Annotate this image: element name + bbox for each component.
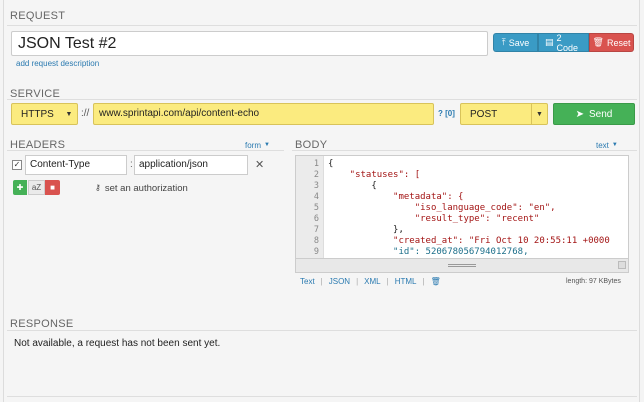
format-html-link[interactable]: HTML — [395, 277, 417, 286]
method-select[interactable]: POST ▼ — [460, 103, 548, 125]
save-label: Save — [508, 37, 530, 48]
body-mode-toggle[interactable]: text ▼ — [596, 141, 618, 150]
line-number: 5 — [313, 203, 319, 213]
close-icon[interactable]: ✕ — [255, 158, 264, 171]
header-enabled-checkbox[interactable]: ✓ — [12, 160, 22, 170]
code-label: 2 Code — [556, 32, 579, 53]
divider — [292, 150, 637, 151]
code-line: "created_at": "Fri Oct 10 20:55:11 +0000 — [328, 236, 610, 246]
set-authorization-link[interactable]: ⚷ set an authorization — [95, 183, 188, 194]
format-json-link[interactable]: JSON — [329, 277, 350, 286]
divider — [7, 99, 637, 100]
code-line: "iso_language_code": "en", — [328, 203, 556, 213]
url-input[interactable]: www.sprintapi.com/api/content-echo — [93, 103, 434, 125]
header-colon: : — [130, 159, 133, 170]
caret-down-icon: ▼ — [611, 142, 618, 148]
plus-icon: ✚ — [16, 183, 24, 192]
delete-headers-button[interactable]: ■ — [45, 180, 60, 195]
trash-icon: ■ — [50, 183, 55, 192]
code-line: { — [328, 159, 334, 169]
trash-icon[interactable]: 🗑 — [431, 277, 441, 286]
set-authorization-label: set an authorization — [104, 183, 188, 194]
caret-down-icon: ▼ — [531, 104, 547, 124]
line-number: 8 — [313, 236, 319, 246]
separator: | — [320, 277, 323, 286]
code-line: "metadata": { — [328, 192, 464, 202]
line-number: 4 — [313, 192, 319, 202]
line-number: 9 — [313, 247, 319, 257]
separator: | — [422, 277, 425, 286]
separator: | — [356, 277, 359, 286]
line-number: 3 — [313, 181, 319, 191]
editor-resize-bar — [295, 259, 629, 273]
divider — [7, 150, 284, 151]
add-description-link[interactable]: add request description — [16, 59, 99, 68]
divider — [7, 25, 637, 26]
code-line: "statuses": [ — [328, 170, 421, 180]
code-line: }, — [328, 225, 404, 235]
send-label: Send — [589, 108, 613, 120]
reset-label: Reset — [606, 37, 631, 48]
line-number: 7 — [313, 225, 319, 235]
request-section-title: REQUEST — [10, 10, 66, 22]
request-name-input[interactable]: JSON Test #2 — [11, 31, 488, 56]
body-editor[interactable]: 1 2 3 4 5 6 7 8 9 { "statuses": [ { "met… — [295, 155, 629, 259]
send-button[interactable]: ➤ Send — [553, 103, 635, 125]
headers-mode-toggle[interactable]: form ▼ — [245, 141, 270, 150]
code-line: { — [328, 181, 377, 191]
method-value: POST — [470, 108, 498, 120]
code-line: "result_type": "recent" — [328, 214, 540, 224]
document-icon: ▤ — [545, 37, 554, 47]
upload-icon: ⤒ — [501, 37, 506, 47]
resize-handle[interactable] — [448, 264, 476, 267]
separator: | — [386, 277, 389, 286]
protocol-value: HTTPS — [21, 108, 54, 120]
divider — [7, 330, 637, 331]
sort-headers-button[interactable]: aZ — [28, 180, 45, 195]
format-text-link[interactable]: Text — [300, 277, 315, 286]
scrollbar-corner — [618, 261, 626, 269]
header-value-input[interactable]: application/json — [134, 155, 248, 175]
protocol-separator: :// — [81, 108, 90, 119]
format-xml-link[interactable]: XML — [364, 277, 380, 286]
headers-mode-label: form — [245, 141, 261, 150]
save-button[interactable]: ⤒ Save — [493, 33, 538, 52]
header-name-input[interactable]: Content-Type — [25, 155, 127, 175]
key-icon: ⚷ — [95, 183, 101, 192]
caret-down-icon: ▼ — [65, 110, 73, 118]
line-number: 2 — [313, 170, 319, 180]
line-number: 1 — [313, 159, 319, 169]
code-button[interactable]: ▤ 2 Code — [538, 32, 589, 53]
trash-icon: 🗑 — [592, 37, 604, 47]
protocol-select[interactable]: HTTPS ▼ — [11, 103, 78, 125]
divider — [7, 396, 637, 397]
code-line: "id": 520678056794012768, — [328, 247, 529, 257]
body-length-label: length: 97 KBytes — [566, 278, 621, 285]
body-format-links: Text | JSON | XML | HTML | 🗑 — [300, 277, 441, 286]
response-status-message: Not available, a request has not been se… — [14, 338, 221, 349]
request-actions: ⤒ Save ▤ 2 Code 🗑 Reset — [493, 32, 634, 53]
line-number: 6 — [313, 214, 319, 224]
line-number-gutter: 1 2 3 4 5 6 7 8 9 — [296, 156, 324, 258]
paper-plane-icon: ➤ — [575, 108, 585, 120]
caret-down-icon: ▼ — [264, 142, 270, 148]
reset-button[interactable]: 🗑 Reset — [589, 33, 634, 52]
add-header-button[interactable]: ✚ — [13, 180, 27, 195]
response-section-title: RESPONSE — [10, 318, 74, 330]
url-help-link[interactable]: ? [0] — [438, 109, 455, 118]
body-mode-label: text — [596, 141, 609, 150]
